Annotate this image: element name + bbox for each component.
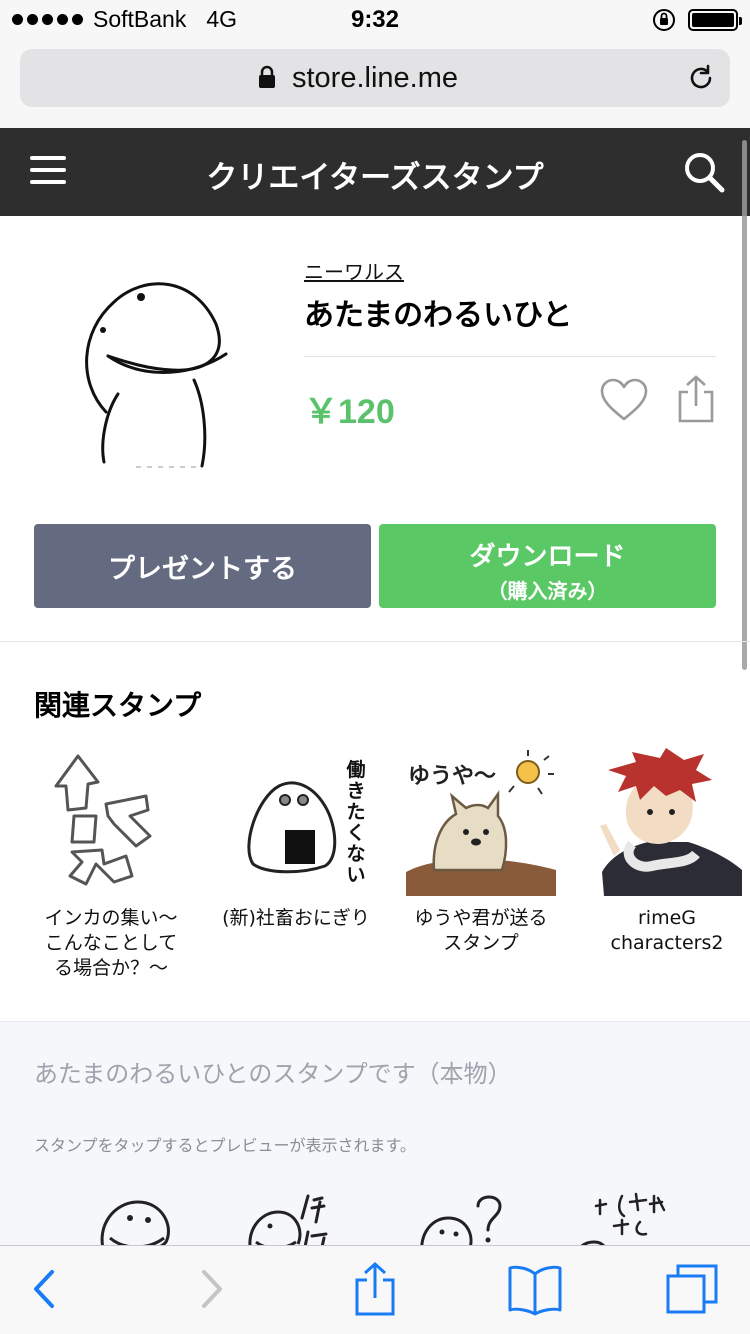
- heart-icon[interactable]: [600, 378, 648, 422]
- product-price: ￥120: [304, 393, 395, 431]
- download-button[interactable]: ダウンロード （購入済み）: [379, 524, 716, 608]
- status-time: 9:32: [350, 6, 400, 33]
- share-icon[interactable]: [676, 374, 716, 424]
- preview-note: スタンプをタップするとプレビューが表示されます。: [34, 1136, 416, 1155]
- status-bar: SoftBank 4G 9:32: [0, 0, 750, 40]
- download-sublabel: （購入済み）: [487, 579, 608, 603]
- related-sticker-item[interactable]: rimeG characters2: [592, 746, 742, 956]
- forward-arrow-icon: [202, 1270, 222, 1308]
- reload-icon[interactable]: [686, 63, 716, 93]
- related-sticker-image: [36, 746, 186, 896]
- address-bar[interactable]: store.line.me: [20, 49, 730, 107]
- battery-icon: [688, 9, 742, 31]
- sticker-caption: ゆうや〜: [408, 764, 497, 789]
- creator-link[interactable]: ニーワルス: [304, 256, 404, 285]
- product-title: あたまのわるいひと: [304, 298, 573, 333]
- scroll-indicator: [742, 140, 747, 670]
- description-title: あたまのわるいひとのスタンプです（本物）: [34, 1060, 512, 1088]
- related-sticker-item[interactable]: ゆうや〜 ゆうや君が送るスタンプ: [406, 746, 556, 956]
- related-sticker-name: rimeG characters2: [610, 907, 724, 954]
- related-sticker-image: [592, 746, 742, 896]
- divider: [304, 356, 716, 357]
- related-sticker-item[interactable]: インカの集い〜こんなことしてる場合か？〜: [36, 746, 186, 981]
- browser-address-area: store.line.me: [0, 40, 750, 128]
- present-button[interactable]: プレゼントする: [34, 524, 371, 608]
- site-header: クリエイターズスタンプ: [0, 128, 750, 216]
- browser-toolbar: [0, 1245, 750, 1334]
- related-sticker-image: 働きたくない: [221, 746, 371, 896]
- url-text: store.line.me: [291, 62, 458, 94]
- tabs-icon[interactable]: [664, 1262, 720, 1318]
- header-title: クリエイターズスタンプ: [206, 160, 544, 196]
- back-arrow-icon[interactable]: [26, 1264, 66, 1314]
- search-icon[interactable]: [682, 150, 726, 194]
- related-sticker-item[interactable]: 働きたくない (新)社畜おにぎり: [221, 746, 371, 931]
- related-sticker-image: ゆうや〜: [406, 746, 556, 896]
- status-right: [652, 8, 742, 32]
- sticker-thumbnail: [85, 282, 228, 468]
- related-sticker-name: (新)社畜おにぎり: [222, 907, 370, 929]
- section-divider: [0, 641, 750, 642]
- sticker-caption-vertical: 働きたくない: [346, 759, 366, 886]
- related-stickers-heading: 関連スタンプ: [34, 689, 202, 722]
- related-sticker-name: インカの集い〜こんなことしてる場合か？〜: [44, 907, 178, 979]
- download-label: ダウンロード: [469, 542, 626, 572]
- rotation-lock-icon: [653, 9, 675, 31]
- related-sticker-name: ゆうや君が送るスタンプ: [414, 907, 548, 954]
- share-sheet-icon[interactable]: [352, 1260, 398, 1318]
- bookmarks-icon[interactable]: [506, 1264, 564, 1316]
